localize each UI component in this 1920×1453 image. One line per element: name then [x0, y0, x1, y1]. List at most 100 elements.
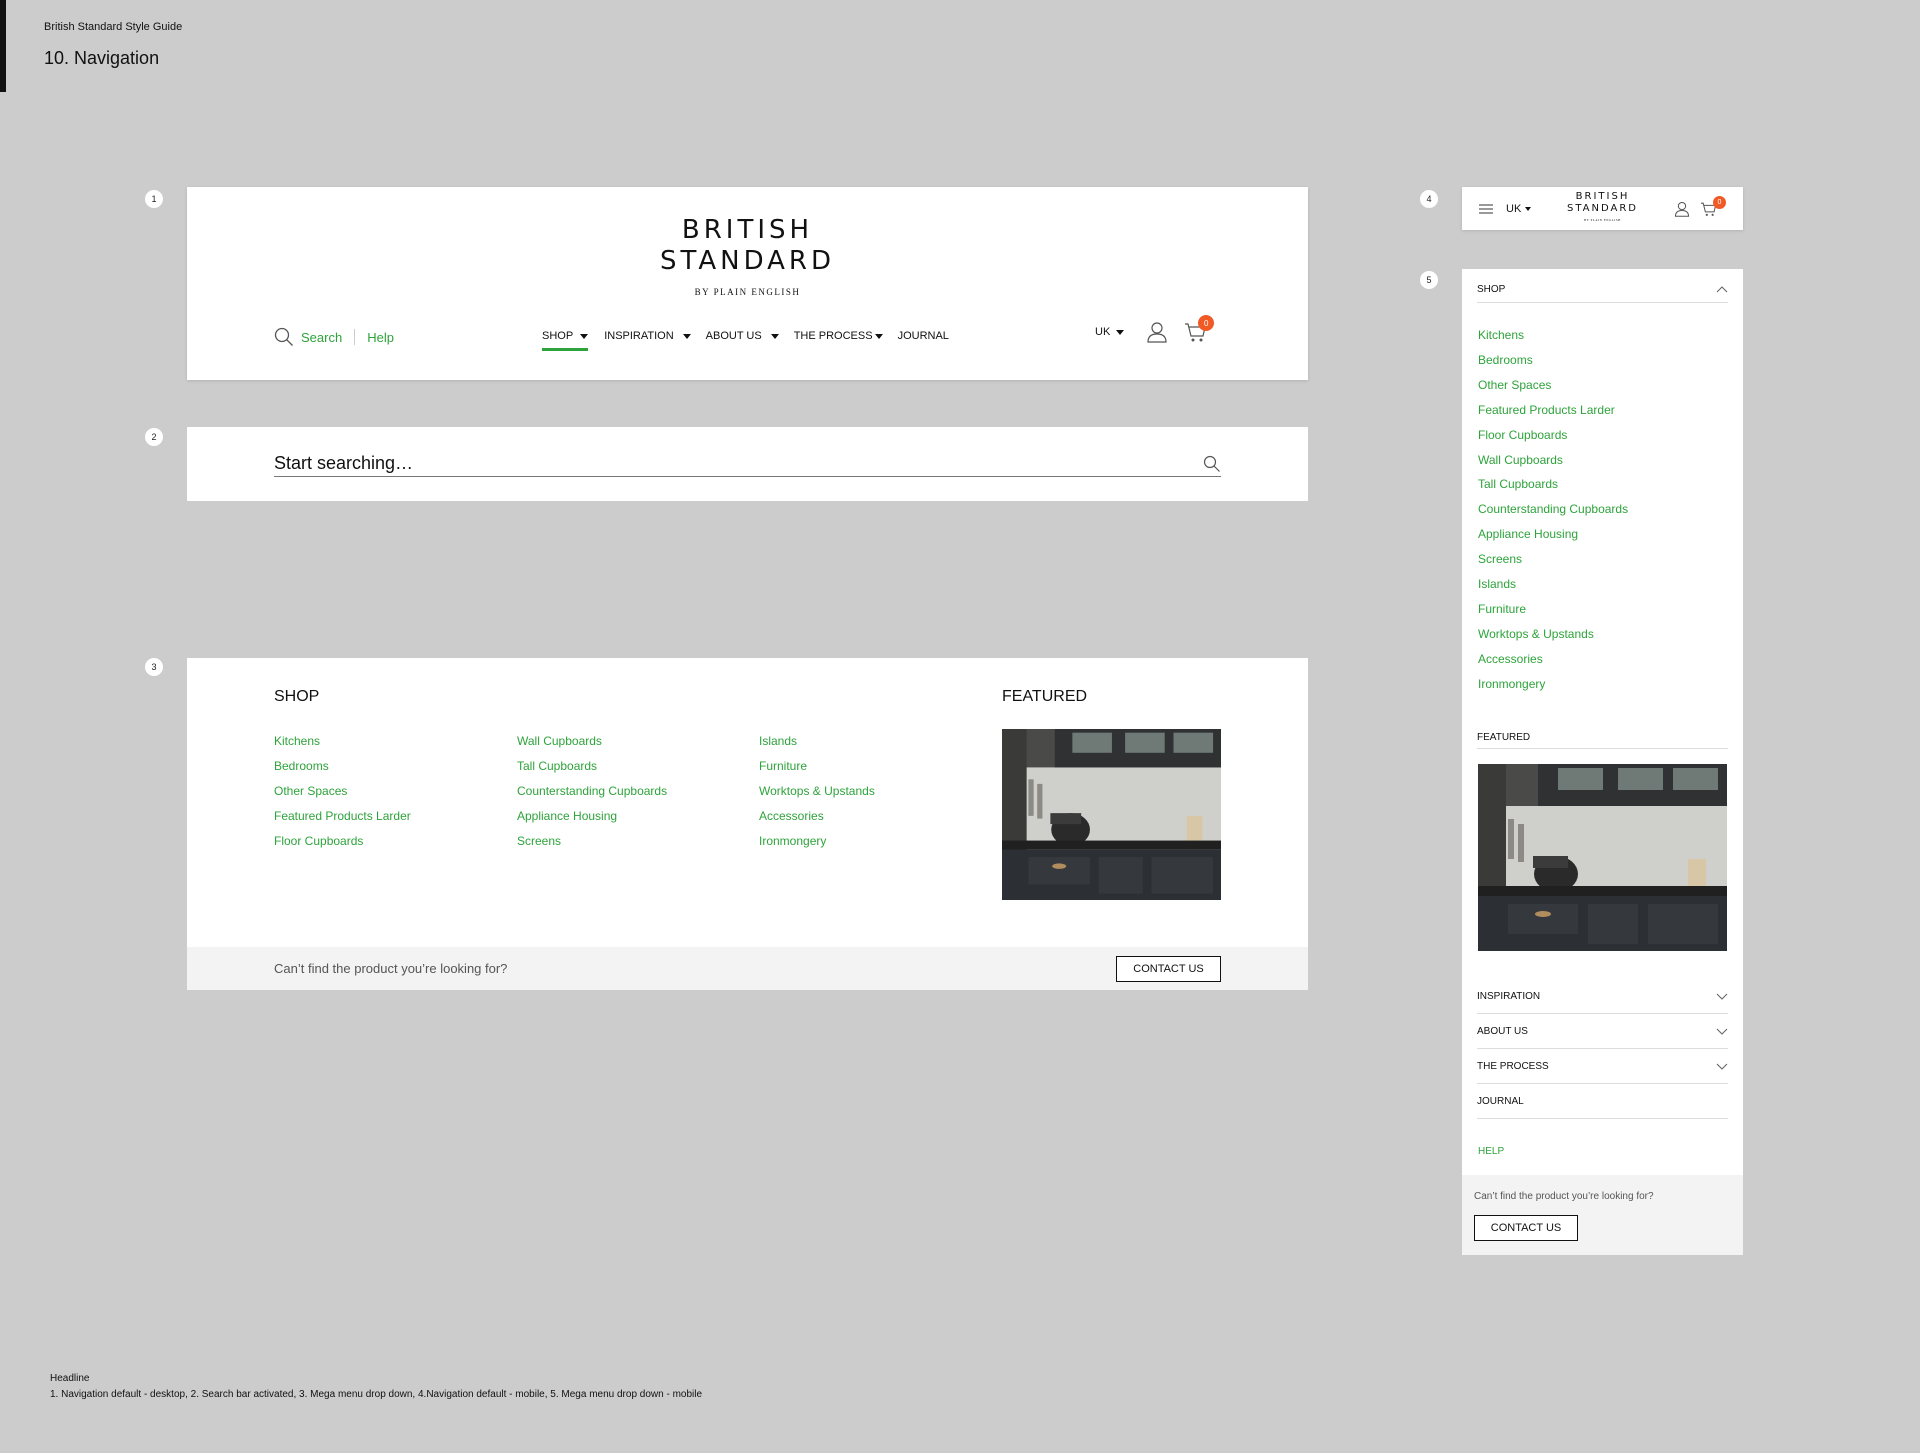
nav-item-label: THE PROCESS [793, 330, 873, 342]
mobile-menu-link[interactable]: Tall Cupboards [1478, 472, 1628, 497]
accordion-label: SHOP [1477, 283, 1506, 295]
left-accent-bar [0, 0, 6, 92]
mobile-menu-link[interactable]: Accessories [1478, 647, 1628, 672]
contact-us-button[interactable]: CONTACT US [1474, 1215, 1578, 1241]
search-placeholder: Start searching… [274, 453, 414, 473]
shop-column-3: Islands Furniture Worktops & Upstands Ac… [759, 729, 875, 854]
chevron-down-icon [770, 333, 779, 339]
featured-label: FEATURED [1477, 731, 1531, 743]
help-prompt: Can’t find the product you’re looking fo… [274, 961, 508, 976]
featured-heading: FEATURED [1002, 688, 1088, 705]
mobile-menu-link[interactable]: Featured Products Larder [1478, 398, 1628, 423]
menu-link-screens[interactable]: Screens [517, 829, 667, 854]
menu-item-journal[interactable]: JOURNAL [1477, 1084, 1728, 1119]
mobile-navigation-panel: UK BRITISH STANDARD BY PLAIN ENGLISH 0 [1462, 187, 1743, 230]
mega-menu-panel: SHOP FEATURED Kitchens Bedrooms Other Sp… [187, 658, 1308, 990]
menu-link-bedrooms[interactable]: Bedrooms [274, 754, 411, 779]
chevron-down-icon [1716, 1063, 1728, 1070]
logo-line-1: BRITISH [681, 215, 814, 245]
menu-link-appliance-housing[interactable]: Appliance Housing [517, 804, 667, 829]
marker-2: 2 [145, 428, 163, 446]
divider [354, 329, 356, 345]
nav-item-journal[interactable]: JOURNAL [898, 328, 949, 344]
accordion-label: THE PROCESS [1477, 1060, 1549, 1072]
nav-item-inspiration[interactable]: INSPIRATION [604, 328, 691, 344]
accordion-label: ABOUT US [1477, 1025, 1528, 1037]
menu-link-islands[interactable]: Islands [759, 729, 875, 754]
marker-3: 3 [145, 658, 163, 676]
menu-link-furniture[interactable]: Furniture [759, 754, 875, 779]
mobile-menu-link[interactable]: Floor Cupboards [1478, 423, 1628, 448]
accordion-inspiration[interactable]: INSPIRATION [1477, 979, 1728, 1014]
chevron-down-icon [874, 333, 883, 339]
featured-kitchen-image[interactable] [1002, 729, 1221, 900]
search-help-group: Search Help [274, 327, 394, 347]
brand-logo[interactable]: BRITISH STANDARD BY PLAIN ENGLISH [187, 215, 1308, 297]
region-label: UK [1095, 326, 1111, 338]
menu-link-kitchens[interactable]: Kitchens [274, 729, 411, 754]
menu-link-worktops-upstands[interactable]: Worktops & Upstands [759, 779, 875, 804]
nav-item-label: SHOP [542, 330, 574, 342]
cart-count-badge: 0 [1198, 315, 1215, 331]
shop-column-2: Wall Cupboards Tall Cupboards Countersta… [517, 729, 667, 854]
mobile-mega-menu-panel: SHOP Kitchens Bedrooms Other Spaces Feat… [1462, 269, 1743, 1255]
nav-item-label: INSPIRATION [604, 330, 674, 342]
logo-tagline: BY PLAIN ENGLISH [1584, 218, 1621, 222]
menu-label: JOURNAL [1477, 1095, 1524, 1107]
shop-column-1: Kitchens Bedrooms Other Spaces Featured … [274, 729, 411, 854]
chevron-down-icon [1116, 329, 1125, 335]
nav-item-the-process[interactable]: THE PROCESS [794, 328, 883, 344]
menu-link-floor-cupboards[interactable]: Floor Cupboards [274, 829, 411, 854]
help-link[interactable]: Help [367, 330, 394, 345]
logo-line-2: STANDARD [659, 246, 836, 276]
help-link[interactable]: HELP [1478, 1146, 1504, 1157]
search-input[interactable]: Start searching… [274, 451, 1221, 477]
featured-heading: FEATURED [1477, 726, 1728, 749]
mobile-menu-link[interactable]: Appliance Housing [1478, 522, 1628, 547]
mobile-menu-link[interactable]: Screens [1478, 547, 1628, 572]
contact-us-button[interactable]: CONTACT US [1116, 956, 1221, 982]
mobile-menu-footer: Can’t find the product you’re looking fo… [1462, 1175, 1743, 1255]
mobile-menu-link[interactable]: Worktops & Upstands [1478, 622, 1628, 647]
chevron-down-icon [580, 333, 589, 339]
marker-1: 1 [145, 190, 163, 208]
account-icon[interactable] [1674, 201, 1690, 217]
cart-icon[interactable]: 0 [1184, 315, 1215, 343]
marker-4: 4 [1420, 190, 1438, 208]
accordion-shop[interactable]: SHOP [1477, 282, 1728, 303]
help-prompt: Can’t find the product you’re looking fo… [1474, 1191, 1654, 1202]
search-link[interactable]: Search [301, 330, 342, 345]
menu-link-other-spaces[interactable]: Other Spaces [274, 779, 411, 804]
menu-link-accessories[interactable]: Accessories [759, 804, 875, 829]
chevron-down-icon [1716, 1028, 1728, 1035]
logo-tagline: BY PLAIN ENGLISH [694, 287, 801, 297]
mobile-menu-link[interactable]: Counterstanding Cupboards [1478, 497, 1628, 522]
nav-item-shop[interactable]: SHOP [542, 328, 589, 351]
region-selector[interactable]: UK [1095, 326, 1125, 338]
featured-kitchen-image[interactable] [1478, 764, 1727, 951]
menu-link-tall-cupboards[interactable]: Tall Cupboards [517, 754, 667, 779]
guide-title: British Standard Style Guide [44, 21, 183, 33]
accordion-the-process[interactable]: THE PROCESS [1477, 1049, 1728, 1084]
mobile-menu-link[interactable]: Ironmongery [1478, 672, 1628, 697]
menu-link-ironmongery[interactable]: Ironmongery [759, 829, 875, 854]
mobile-menu-link[interactable]: Other Spaces [1478, 373, 1628, 398]
account-icon[interactable] [1146, 321, 1168, 343]
menu-link-featured-products-larder[interactable]: Featured Products Larder [274, 804, 411, 829]
guide-heading: 10. Navigation [44, 48, 160, 68]
mobile-menu-link[interactable]: Wall Cupboards [1478, 448, 1628, 473]
mobile-menu-link[interactable]: Furniture [1478, 597, 1628, 622]
nav-item-about-us[interactable]: ABOUT US [706, 328, 779, 344]
mobile-menu-link[interactable]: Islands [1478, 572, 1628, 597]
mega-menu-footer: Can’t find the product you’re looking fo… [187, 947, 1308, 990]
main-navigation: SHOP INSPIRATION ABOUT US THE PROCESS JO… [542, 328, 965, 351]
mobile-menu-link[interactable]: Bedrooms [1478, 348, 1628, 373]
chevron-down-icon [1716, 993, 1728, 1000]
menu-link-wall-cupboards[interactable]: Wall Cupboards [517, 729, 667, 754]
mobile-menu-link[interactable]: Kitchens [1478, 323, 1628, 348]
chevron-up-icon [1716, 285, 1728, 293]
search-icon[interactable] [1203, 455, 1221, 473]
accordion-about-us[interactable]: ABOUT US [1477, 1014, 1728, 1049]
search-icon[interactable] [274, 327, 294, 347]
menu-link-counterstanding-cupboards[interactable]: Counterstanding Cupboards [517, 779, 667, 804]
